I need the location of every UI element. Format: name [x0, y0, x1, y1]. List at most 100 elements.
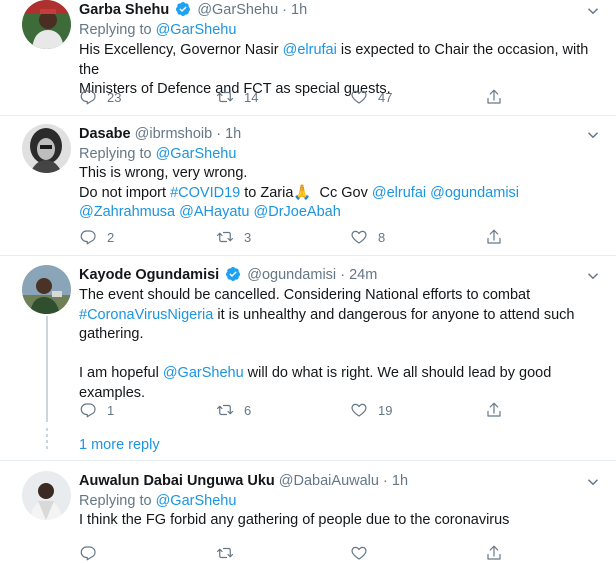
verified-badge-icon	[175, 1, 191, 17]
like-count: 8	[378, 229, 386, 245]
text-segment: Cc Gov	[311, 184, 372, 201]
share-button[interactable]	[485, 543, 503, 563]
hashtag-link[interactable]: #COVID19	[170, 185, 240, 201]
display-name[interactable]: Auwalun Dabai Unguwa Uku	[79, 473, 275, 489]
chevron-down-icon[interactable]	[584, 473, 602, 491]
share-button[interactable]	[485, 400, 503, 420]
replying-to: Replying to @GarShehu	[79, 145, 602, 164]
reply-button[interactable]: 23	[79, 87, 121, 107]
mention-link[interactable]: @GarShehu	[163, 365, 244, 381]
avatar[interactable]	[22, 124, 71, 173]
mention-link[interactable]: @Zahrahmusa	[79, 204, 175, 220]
tweet-text: The event should be cancelled. Consideri…	[79, 286, 602, 403]
retweet-button[interactable]: 3	[216, 227, 251, 247]
chevron-down-icon[interactable]	[584, 126, 602, 144]
text-line: This is wrong, very wrong.	[79, 165, 248, 181]
tweet-dasabe[interactable]: Dasabe @ibrmshoib · 1h Replying to @GarS…	[0, 116, 616, 256]
like-button[interactable]: 8	[350, 227, 385, 247]
retweet-button[interactable]: 6	[216, 400, 251, 420]
reply-count: 23	[107, 89, 122, 105]
tweet-kayode-ogundamisi[interactable]: Kayode Ogundamisi @ogundamisi · 24m The …	[0, 256, 616, 461]
text-line: I think the FG forbid any gathering of p…	[79, 512, 510, 528]
reply-button[interactable]: 2	[79, 227, 114, 247]
reply-icon	[80, 90, 96, 105]
timestamp[interactable]: 1h	[392, 473, 408, 489]
tweet-actions: 2 3 8	[79, 227, 519, 247]
user-handle[interactable]: @GarShehu	[197, 2, 278, 18]
like-count: 47	[378, 89, 393, 105]
share-icon	[487, 402, 501, 417]
user-handle[interactable]: @ibrmshoib	[135, 126, 213, 142]
tweet-actions	[79, 543, 519, 563]
text-segment: to Zaria	[240, 184, 294, 201]
avatar[interactable]	[22, 265, 71, 314]
mention-link[interactable]: @DrJoeAbah	[254, 204, 341, 220]
heart-icon	[351, 403, 367, 417]
text-line: gathering.	[79, 326, 144, 342]
mention-link[interactable]: @elrufai	[283, 42, 337, 58]
tweet-actions: 1 6 19	[79, 400, 519, 420]
share-button[interactable]	[485, 87, 503, 107]
text-segment: Do not import	[79, 184, 171, 201]
replying-label: Replying to	[79, 493, 156, 509]
tweet-header: Dasabe @ibrmshoib · 1h	[79, 124, 602, 144]
show-more-replies-link[interactable]: 1 more reply	[79, 437, 160, 453]
replying-handle-link[interactable]: @GarShehu	[156, 493, 237, 509]
replying-to: Replying to @GarShehu	[79, 492, 602, 511]
timestamp[interactable]: 1h	[291, 2, 307, 18]
separator-dot: ·	[216, 126, 222, 142]
tweet-header: Auwalun Dabai Unguwa Uku @DabaiAuwalu · …	[79, 471, 602, 491]
verified-badge-icon	[225, 266, 241, 282]
text-segment: I am hopeful	[79, 365, 163, 381]
retweet-button[interactable]: 14	[216, 87, 258, 107]
user-handle[interactable]: @ogundamisi	[247, 267, 336, 283]
share-icon	[487, 229, 501, 244]
replying-label: Replying to	[79, 146, 156, 162]
retweet-count: 3	[244, 229, 252, 245]
replying-handle-link[interactable]: @GarShehu	[156, 22, 237, 38]
display-name[interactable]: Kayode Ogundamisi	[79, 267, 219, 283]
like-button[interactable]: 47	[350, 87, 392, 107]
like-button[interactable]: 19	[350, 400, 392, 420]
tweet-text: I think the FG forbid any gathering of p…	[79, 511, 602, 531]
avatar[interactable]	[22, 471, 71, 520]
avatar[interactable]	[22, 0, 71, 49]
reply-button[interactable]	[79, 543, 97, 563]
reply-icon	[80, 403, 96, 418]
chevron-down-icon[interactable]	[584, 267, 602, 285]
replying-handle-link[interactable]: @GarShehu	[156, 146, 237, 162]
text-segment: will do what is right. We all should lea…	[243, 365, 552, 381]
retweet-button[interactable]	[216, 543, 234, 563]
thread-dots	[46, 428, 48, 452]
pray-emoji: 🙏	[293, 184, 312, 201]
reply-icon	[80, 230, 96, 245]
tweet-text: This is wrong, very wrong. Do not import…	[79, 164, 602, 223]
mention-link[interactable]: @ogundamisi	[430, 185, 519, 201]
tweet-actions: 23 14 47	[79, 87, 519, 107]
reply-button[interactable]: 1	[79, 400, 114, 420]
user-handle[interactable]: @DabaiAuwalu	[279, 473, 379, 489]
share-icon	[487, 89, 501, 104]
display-name[interactable]: Garba Shehu	[79, 2, 169, 18]
display-name[interactable]: Dasabe	[79, 126, 131, 142]
heart-icon	[351, 90, 367, 104]
timestamp[interactable]: 1h	[225, 126, 241, 142]
timestamp[interactable]: 24m	[349, 267, 377, 283]
share-button[interactable]	[485, 227, 503, 247]
hashtag-link[interactable]: #CoronaVirusNigeria	[79, 307, 213, 323]
text-line: The event should be cancelled. Consideri…	[79, 287, 531, 303]
text-segment: it is unhealthy and dangerous for anyone…	[213, 306, 575, 323]
separator-dot: ·	[383, 473, 388, 489]
retweet-count: 14	[244, 89, 259, 105]
replying-to: Replying to @GarShehu	[79, 21, 602, 40]
like-count: 19	[378, 402, 393, 418]
tweet-garba-shehu[interactable]: Garba Shehu @GarShehu · 1h Replying to @…	[0, 0, 616, 116]
tweet-auwalun-dabai[interactable]: Auwalun Dabai Unguwa Uku @DabaiAuwalu · …	[0, 461, 616, 561]
like-button[interactable]	[350, 543, 368, 563]
replying-label: Replying to	[79, 22, 156, 38]
mention-link[interactable]: @elrufai	[372, 185, 426, 201]
separator-dot: ·	[282, 2, 288, 18]
mention-link[interactable]: @AHayatu	[179, 204, 249, 220]
chevron-down-icon[interactable]	[584, 2, 602, 20]
